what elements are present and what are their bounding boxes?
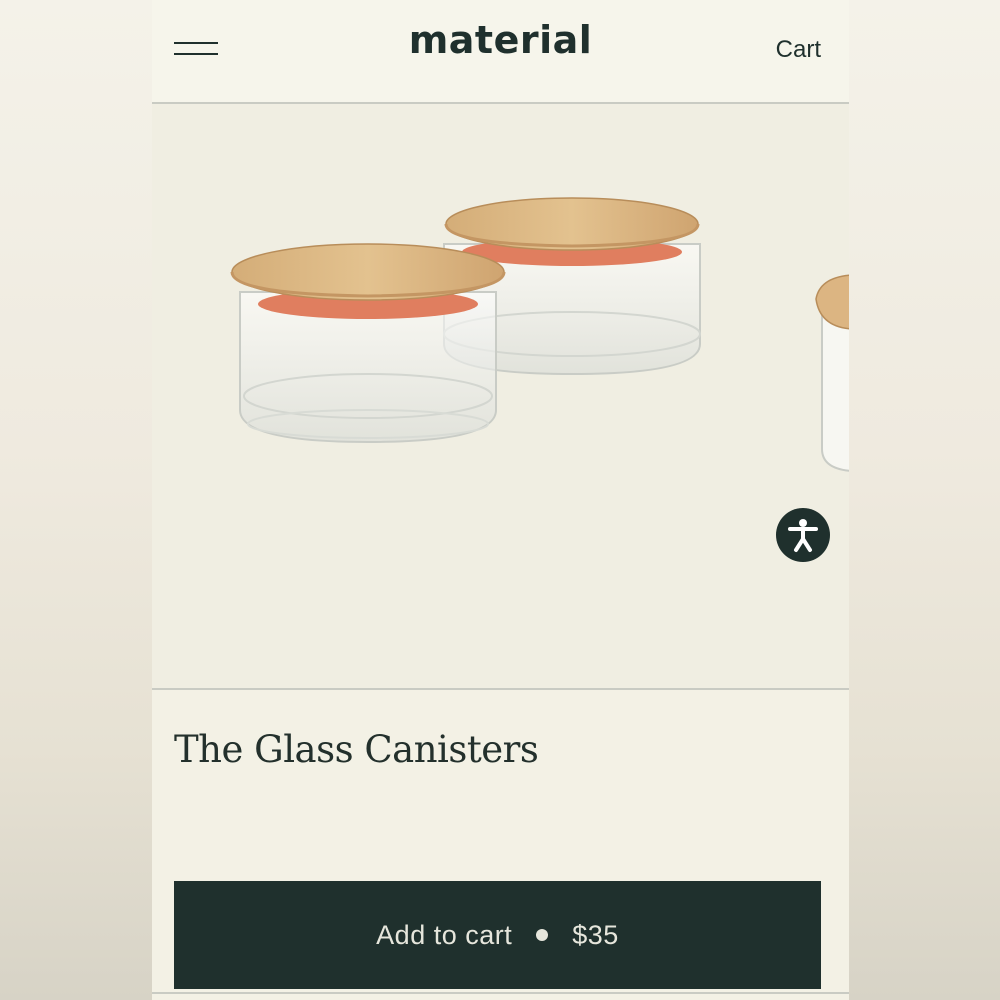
product-title: The Glass Canisters [174,728,539,771]
site-header: material Cart [152,0,849,104]
next-product-image-peek [815,274,849,472]
accessibility-button[interactable] [776,508,830,562]
add-to-cart-label: Add to cart [376,919,513,950]
canister-front [230,243,506,444]
dot-icon [536,929,549,941]
add-to-cart-button[interactable]: Add to cart $35 [174,881,821,989]
brand-logo[interactable]: material [152,18,849,62]
accessibility-person-icon [788,519,818,552]
product-image [230,197,701,444]
price-label: $35 [572,919,619,950]
background-blur-left [0,0,152,1000]
divider [152,992,849,994]
cart-link[interactable]: Cart [776,36,821,64]
mobile-page: material Cart The Glass Canisters Add to… [152,0,849,1000]
background-blur-right [849,0,1000,1000]
product-image-carousel[interactable] [152,104,849,690]
